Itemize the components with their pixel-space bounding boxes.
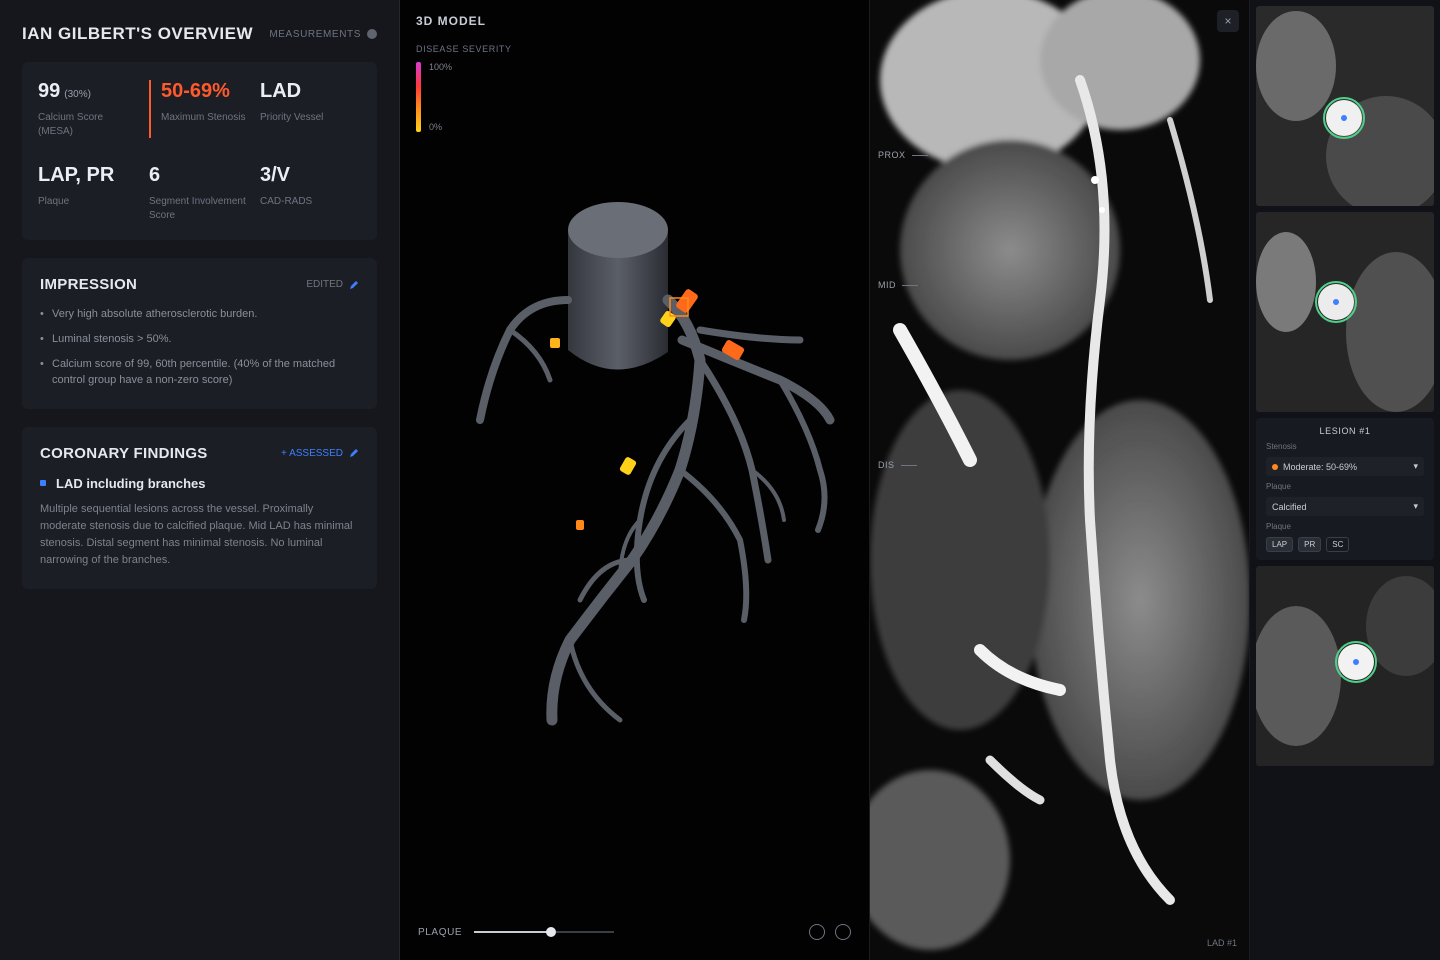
stat-value: 6 <box>149 164 161 186</box>
stat-label: Maximum Stenosis <box>161 112 246 123</box>
lesion-marker[interactable] <box>550 338 560 348</box>
impression-item: Luminal stenosis > 50%. <box>40 332 359 348</box>
coronary-tree-model[interactable] <box>400 0 870 960</box>
impression-title: IMPRESSION <box>40 276 138 293</box>
plaque-features-label: Plaque <box>1266 522 1291 531</box>
pencil-icon <box>350 280 358 289</box>
model-3d-viewport[interactable]: 3D MODEL DISEASE SEVERITY 100% 0% PLAQUE <box>400 0 870 960</box>
cross-section-image[interactable] <box>1256 212 1434 412</box>
stat-label: Priority Vessel <box>260 112 324 123</box>
impression-item: Calcium score of 99, 60th percentile. (4… <box>40 357 359 389</box>
stat-value: 50-69% <box>161 80 230 102</box>
chevron-down-icon: ▾ <box>1413 461 1418 471</box>
stat-value: LAP, PR <box>38 164 115 186</box>
stenosis-select[interactable]: Moderate: 50-69% ▾ <box>1266 457 1424 476</box>
plaque-slider-thumb[interactable] <box>546 927 557 937</box>
cross-section-panel: LESION #1 Stenosis Moderate: 50-69% ▾ Pl… <box>1250 0 1440 960</box>
finding-marker <box>40 480 46 487</box>
overview-sidebar: IAN GILBERT'S OVERVIEW MEASUREMENTS 99 (3… <box>0 0 400 960</box>
cross-section-scan <box>1256 6 1434 206</box>
stat-label: Segment Involvement Score <box>149 196 246 221</box>
vessel-branches <box>476 294 835 726</box>
assessed-label: + ASSESSED <box>281 447 343 459</box>
ct-caption: LAD #1 <box>1206 938 1237 948</box>
coronary-findings-card: CORONARY FINDINGS + ASSESSED LAD includi… <box>22 426 377 589</box>
app-window: IAN GILBERT'S OVERVIEW MEASUREMENTS 99 (3… <box>0 0 1440 960</box>
viewport-footer: PLAQUE <box>418 924 851 940</box>
chip-pr[interactable]: PR <box>1298 537 1322 552</box>
stat-unit: (30%) <box>64 89 91 100</box>
stat-calcium-score: 99 (30%) Calcium Score (MESA) <box>38 80 139 138</box>
cross-section-scan <box>1256 212 1434 412</box>
patient-header: IAN GILBERT'S OVERVIEW MEASUREMENTS <box>22 24 377 44</box>
stat-cad-rads: 3/V CAD-RADS <box>260 164 361 222</box>
lesion-marker[interactable] <box>619 456 637 476</box>
stat-value: 3/V <box>260 164 291 186</box>
plaque-type-select[interactable]: Calcified ▾ <box>1266 497 1424 516</box>
plaque-type-label: Plaque <box>1266 482 1291 491</box>
cross-section-image[interactable] <box>1256 6 1434 206</box>
aorta-top <box>568 202 668 258</box>
patient-title: IAN GILBERT'S OVERVIEW <box>22 24 254 43</box>
stat-label: CAD-RADS <box>260 196 313 207</box>
measurements-label: MEASUREMENTS <box>269 28 361 40</box>
ct-curved-view[interactable]: PROX MID DIS × LAD #1 <box>870 0 1250 960</box>
measurements-toggle[interactable]: MEASUREMENTS <box>269 29 377 40</box>
stenosis-value: Moderate: 50-69% <box>1283 461 1358 472</box>
chevron-down-icon: ▾ <box>1413 501 1418 511</box>
stat-label: Plaque <box>38 196 70 207</box>
chip-sc[interactable]: SC <box>1326 537 1350 552</box>
finding-item[interactable]: LAD including branches <box>40 476 359 491</box>
cross-section-scan <box>1256 566 1434 766</box>
finding-description: Multiple sequential lesions across the v… <box>40 502 353 566</box>
cross-section-image[interactable] <box>1256 566 1434 766</box>
impression-list: Very high absolute atherosclerotic burde… <box>40 307 359 389</box>
plaque-slider[interactable] <box>474 927 615 937</box>
assessed-button[interactable]: + ASSESSED <box>281 448 359 459</box>
toggle-icon <box>367 29 377 39</box>
plaque-slider-fill <box>474 931 552 933</box>
reset-view-icon[interactable] <box>835 924 851 940</box>
segment-label-prox: PROX <box>878 150 928 160</box>
stenosis-label: Stenosis <box>1266 442 1297 451</box>
lesion-marker[interactable] <box>576 520 584 530</box>
lesion-details-card: LESION #1 Stenosis Moderate: 50-69% ▾ Pl… <box>1256 418 1434 560</box>
stat-value: LAD <box>260 80 302 102</box>
stat-plaque: LAP, PR Plaque <box>38 164 139 222</box>
ct-scan-image[interactable] <box>870 0 1250 960</box>
chip-lap[interactable]: LAP <box>1266 537 1294 552</box>
lesion-title: LESION #1 <box>1319 426 1371 436</box>
rotate-icon[interactable] <box>809 924 825 940</box>
severity-dot <box>1272 463 1278 470</box>
impression-edit-label: EDITED <box>306 279 343 290</box>
stat-label: Calcium Score (MESA) <box>38 112 104 137</box>
stat-max-stenosis: 50-69% Maximum Stenosis <box>149 80 250 138</box>
impression-item: Very high absolute atherosclerotic burde… <box>40 307 359 323</box>
plaque-feature-chips: LAP PR SC <box>1266 537 1424 552</box>
coronary-findings-title: CORONARY FINDINGS <box>40 444 208 462</box>
close-icon[interactable]: × <box>1217 10 1239 32</box>
pencil-icon <box>350 449 358 458</box>
finding-name: LAD including branches <box>56 475 206 491</box>
impression-card: IMPRESSION EDITED Very high absolute ath… <box>22 258 377 409</box>
stat-priority-vessel: LAD Priority Vessel <box>260 80 361 138</box>
segment-label-mid: MID <box>878 280 918 290</box>
stat-value: 99 <box>38 80 61 102</box>
impression-edit-button[interactable]: EDITED <box>306 279 359 290</box>
segment-label-dis: DIS <box>878 460 917 470</box>
stat-segment-score: 6 Segment Involvement Score <box>149 164 250 222</box>
plaque-label: PLAQUE <box>418 926 463 938</box>
stats-card: 99 (30%) Calcium Score (MESA) 50-69% Maxi… <box>22 62 377 240</box>
plaque-type-value: Calcified <box>1272 501 1307 512</box>
